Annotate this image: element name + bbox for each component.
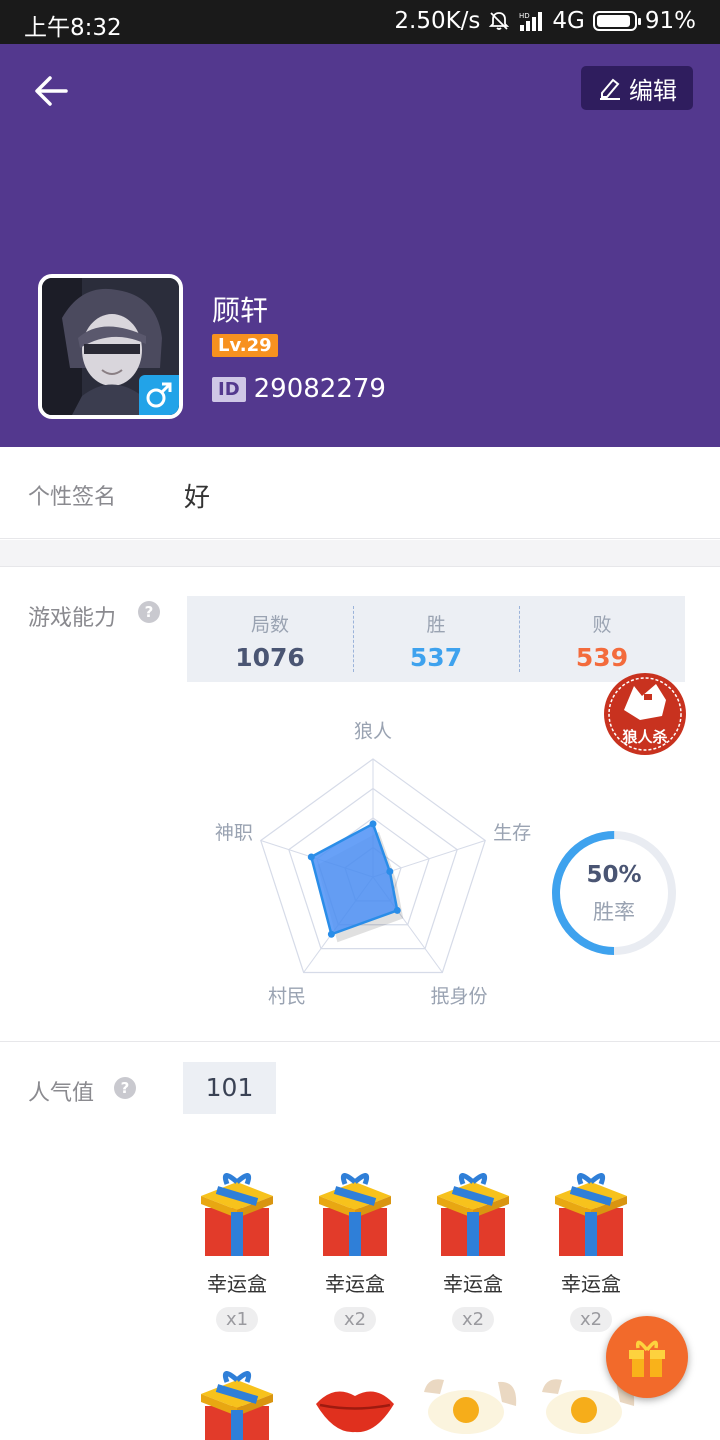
- user-id-row: ID 29082279: [212, 374, 386, 404]
- edit-label: 编辑: [629, 76, 677, 105]
- send-gift-button[interactable]: [606, 1316, 688, 1398]
- profile-header: 编辑 顾轩 Lv.29 ID 29082279: [0, 44, 720, 447]
- gift-box-icon[interactable]: [197, 1366, 277, 1440]
- radar-point: [386, 868, 394, 876]
- ability-radar-chart: 狼人生存抿身份 村民 神职: [215, 721, 531, 1005]
- popularity-help-icon[interactable]: ?: [114, 1077, 136, 1099]
- winrate-progress-ring: [552, 831, 676, 955]
- stat-value: 537: [409, 643, 463, 672]
- edit-button[interactable]: 编辑: [581, 66, 693, 110]
- radar-point: [307, 853, 315, 861]
- radar-axis-label: 村民: [268, 985, 306, 1005]
- gift-item[interactable]: 幸运盒 x1: [182, 1168, 292, 1332]
- radar-axis-label: 抿身份: [430, 985, 487, 1005]
- stat-wins: 胜 537: [353, 596, 519, 682]
- avatar[interactable]: [38, 274, 183, 419]
- gift-box-icon: [319, 1173, 391, 1256]
- radar-axis-label: 生存: [493, 822, 531, 844]
- broken-egg-icon[interactable]: [420, 1372, 524, 1440]
- gift-item[interactable]: 幸运盒 x2: [300, 1168, 410, 1332]
- id-tag: ID: [212, 376, 246, 402]
- radar-axis-label: 神职: [215, 822, 253, 844]
- network-speed: 2.50K/s: [394, 8, 481, 34]
- winrate-label: 胜率: [593, 900, 635, 924]
- radar-point: [369, 820, 377, 828]
- stamp-text: 狼人杀: [622, 728, 667, 746]
- gift-name: 幸运盒: [443, 1272, 503, 1296]
- signature-value: 好: [184, 483, 211, 513]
- svg-text:HD: HD: [519, 12, 530, 20]
- gift-name: 幸运盒: [325, 1272, 385, 1296]
- winrate-ring: 50% 胜率: [549, 828, 679, 958]
- section-divider: [0, 540, 720, 567]
- gift-name: 幸运盒: [207, 1272, 267, 1296]
- status-right: 2.50K/s HD 4G 91%: [394, 8, 696, 34]
- battery-percent: 91%: [644, 8, 696, 34]
- stat-value: 539: [575, 643, 629, 672]
- stat-label: 局数: [250, 614, 289, 636]
- gift-box-icon: [201, 1173, 273, 1256]
- game-ability-label: 游戏能力: [28, 606, 117, 631]
- gift-box-icon: [437, 1173, 509, 1256]
- signature-label: 个性签名: [28, 485, 117, 510]
- level-badge: Lv.29: [212, 334, 278, 357]
- gift-count: x2: [333, 1307, 377, 1332]
- radar-point: [393, 906, 401, 914]
- lips-icon[interactable]: [312, 1378, 398, 1438]
- stat-label: 胜: [426, 614, 446, 636]
- stat-value: 1076: [235, 643, 305, 672]
- game-ability-help-icon[interactable]: ?: [138, 601, 160, 623]
- winrate-value: 50%: [586, 862, 642, 888]
- gift-count: x1: [215, 1307, 259, 1332]
- male-symbol-icon: [146, 382, 172, 408]
- werewolf-stamp-logo: 狼人杀: [604, 673, 686, 755]
- profile-page: 上午8:32 2.50K/s HD 4G 91% 编辑 顾轩 Lv.29 ID …: [0, 0, 720, 1440]
- radar-point: [327, 930, 335, 938]
- gift-item[interactable]: 幸运盒 x2: [536, 1168, 646, 1332]
- battery-icon: [592, 11, 641, 31]
- gift-box-icon: [555, 1173, 627, 1256]
- gift-count: x2: [569, 1307, 613, 1332]
- stat-label: 败: [592, 614, 612, 636]
- gift-item[interactable]: 幸运盒 x2: [418, 1168, 528, 1332]
- gift-count: x2: [451, 1307, 495, 1332]
- pencil-icon: [600, 78, 620, 100]
- signal-icon: HD: [519, 12, 543, 31]
- bell-muted-icon: [489, 12, 510, 30]
- popularity-label: 人气值: [28, 1081, 95, 1106]
- gift-name: 幸运盒: [561, 1272, 621, 1296]
- status-bar: 上午8:32 2.50K/s HD 4G 91%: [0, 0, 720, 44]
- status-time: 上午8:32: [24, 15, 122, 41]
- gift-icon: [629, 1340, 665, 1377]
- network-type: 4G: [552, 8, 585, 34]
- radar-axis-label: 狼人: [354, 721, 392, 743]
- nickname: 顾轩: [212, 294, 269, 327]
- gender-male-badge: [139, 375, 179, 415]
- stat-games: 局数 1076: [187, 596, 353, 682]
- popularity-value: 101: [183, 1062, 276, 1114]
- signature-row[interactable]: 个性签名 好: [0, 447, 720, 539]
- back-arrow-icon[interactable]: [28, 68, 74, 114]
- user-id: 29082279: [253, 374, 386, 404]
- section-divider-line: [0, 1041, 720, 1042]
